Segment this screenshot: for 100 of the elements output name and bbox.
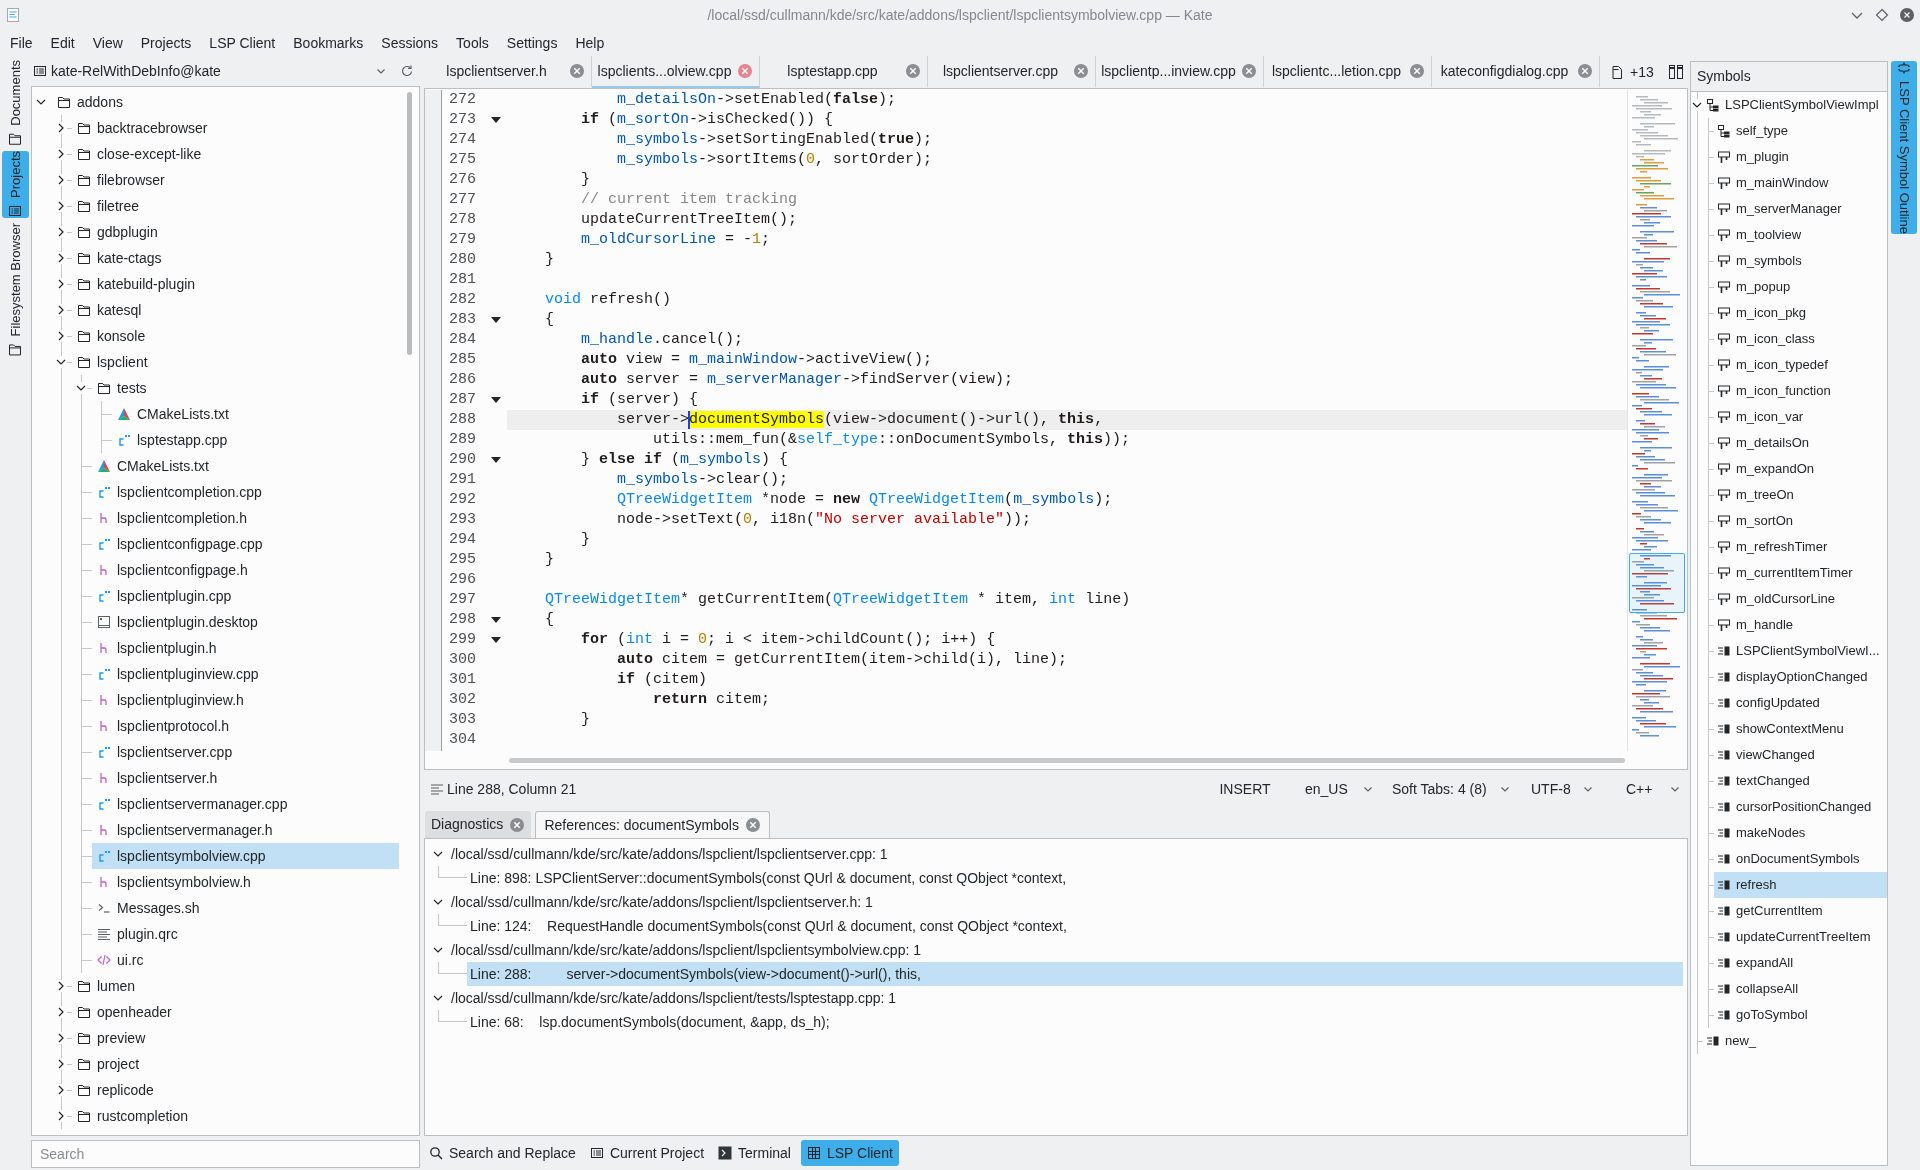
file-tree-item[interactable]: backtracebrowser (72, 115, 399, 141)
dictionary-dropdown[interactable]: en_US (1296, 776, 1378, 802)
file-tree-item[interactable]: CMakeLists.txt (92, 453, 399, 479)
sidebar-tab[interactable]: LSP Client Symbol Outline (1891, 61, 1917, 234)
reference-item[interactable]: Line: 898: LSPClientServer::documentSymbols(const QUrl & document, const QObject *context, (467, 866, 1683, 890)
file-tree-item[interactable]: lspclientconfigpage.cpp (92, 531, 399, 557)
file-tree-item[interactable]: openheader (72, 999, 399, 1025)
file-tree-item[interactable]: lspclientplugin.desktop (92, 609, 399, 635)
file-tree-item[interactable]: lspclientserver.h (92, 765, 399, 791)
file-tree-item[interactable]: lspclient (72, 349, 399, 375)
symbol-item[interactable]: m_treeOn (1714, 482, 1887, 508)
file-tree-item[interactable]: plugin.qrc (92, 921, 399, 947)
symbol-item[interactable]: LSPClientSymbolViewI... (1714, 638, 1887, 664)
scrollbar-thumb[interactable] (407, 92, 412, 355)
reference-item[interactable]: Line: 288: server->documentSymbols(view->document()->url(), this, (467, 962, 1683, 986)
file-tree-item[interactable]: lspclientserver.cpp (92, 739, 399, 765)
symbol-item[interactable]: m_icon_typedef (1714, 352, 1887, 378)
symbol-item[interactable]: m_refreshTimer (1714, 534, 1887, 560)
file-tree-item[interactable]: Messages.sh (92, 895, 399, 921)
symbol-item[interactable]: m_oldCursorLine (1714, 586, 1887, 612)
file-tree-item[interactable]: lspclientcompletion.cpp (92, 479, 399, 505)
menu-item[interactable]: Edit (41, 32, 84, 54)
symbol-item[interactable]: displayOptionChanged (1714, 664, 1887, 690)
symbol-item[interactable]: expandAll (1714, 950, 1887, 976)
file-tree-item[interactable]: lspclientprotocol.h (92, 713, 399, 739)
reload-icon[interactable] (400, 64, 414, 78)
sidebar-tab[interactable]: Projects (1, 150, 29, 218)
symbol-item[interactable]: LSPClientSymbolViewImpl (1703, 92, 1887, 118)
symbol-item[interactable]: makeNodes (1714, 820, 1887, 846)
symbol-item[interactable]: self_type (1714, 118, 1887, 144)
file-tree-item[interactable]: addons (52, 89, 399, 115)
reference-file-item[interactable]: /local/ssd/cullmann/kde/src/kate/addons/lspclient/lspclientsymbolview.cpp: 1 (446, 938, 926, 962)
symbol-item[interactable]: m_handle (1714, 612, 1887, 638)
reference-item[interactable]: Line: 124: RequestHandle documentSymbols(const QUrl & document, const QObject *context, (467, 914, 1683, 938)
symbol-item[interactable]: m_icon_function (1714, 378, 1887, 404)
symbol-item[interactable]: m_icon_pkg (1714, 300, 1887, 326)
file-tree-item[interactable]: lspclientplugin.cpp (92, 583, 399, 609)
symbol-item[interactable]: m_icon_var (1714, 404, 1887, 430)
file-tree-item[interactable]: katebuild-plugin (72, 271, 399, 297)
menu-item[interactable]: Sessions (372, 32, 448, 54)
file-tree-item[interactable]: CMakeLists.txt (112, 401, 399, 427)
file-tree-item[interactable]: close-except-like (72, 141, 399, 167)
file-tree-item[interactable]: project (72, 1051, 399, 1077)
panel-tab[interactable]: Diagnostics (425, 811, 532, 838)
symbol-item[interactable]: textChanged (1714, 768, 1887, 794)
menu-item[interactable]: View (83, 32, 132, 54)
file-tree-item[interactable]: lspclientpluginview.cpp (92, 661, 399, 687)
menu-item[interactable]: Settings (497, 32, 567, 54)
close-icon[interactable] (1409, 63, 1425, 79)
file-tree-item[interactable]: lspclientservermanager.cpp (92, 791, 399, 817)
menu-item[interactable]: Tools (447, 32, 498, 54)
input-mode-button[interactable]: INSERT (1210, 776, 1280, 802)
menu-item[interactable]: Projects (131, 32, 201, 54)
symbol-item[interactable]: m_sortOn (1714, 508, 1887, 534)
file-tree-item[interactable]: ui.rc (92, 947, 399, 973)
maximize-icon[interactable] (1874, 7, 1890, 23)
tool-view-button[interactable]: LSP Client (800, 1140, 899, 1166)
more-tabs-button[interactable]: +13 (1608, 59, 1656, 85)
symbol-item[interactable]: onDocumentSymbols (1714, 846, 1887, 872)
file-tree-item[interactable]: lspclientpluginview.h (92, 687, 399, 713)
close-icon[interactable] (744, 817, 761, 833)
symbol-item[interactable]: cursorPositionChanged (1714, 794, 1887, 820)
sidebar-tab[interactable]: Filesystem Browser (1, 222, 29, 357)
symbol-item[interactable]: m_toolview (1714, 222, 1887, 248)
file-tree-item[interactable]: preview (72, 1025, 399, 1051)
symbol-item[interactable]: m_serverManager (1714, 196, 1887, 222)
close-icon[interactable] (509, 816, 526, 833)
symbol-item[interactable]: getCurrentItem (1714, 898, 1887, 924)
menu-item[interactable]: File (1, 32, 42, 54)
menu-item[interactable]: Help (566, 32, 614, 54)
file-tree-item[interactable]: replicode (72, 1077, 399, 1103)
file-tree-item[interactable]: lumen (72, 973, 399, 999)
close-icon[interactable] (1241, 63, 1257, 79)
file-tree-item[interactable]: tests (92, 375, 399, 401)
file-tree-item[interactable]: gdbplugin (72, 219, 399, 245)
symbol-item[interactable]: showContextMenu (1714, 716, 1887, 742)
file-tree-item[interactable]: konsole (72, 323, 399, 349)
menu-item[interactable]: LSP Client (200, 32, 285, 54)
scrollbar-thumb[interactable] (509, 757, 1625, 763)
file-tree-item[interactable]: lspclientplugin.h (92, 635, 399, 661)
tool-view-button[interactable]: Search and Replace (425, 1140, 580, 1166)
sidebar-tab[interactable]: Documents (1, 60, 29, 146)
file-tree-item[interactable]: lsptestapp.cpp (112, 427, 399, 453)
file-tree-item[interactable]: katesql (72, 297, 399, 323)
file-tree-item[interactable]: lspclientsymbolview.cpp (92, 843, 399, 869)
symbol-item[interactable]: m_detailsOn (1714, 430, 1887, 456)
encoding-dropdown[interactable]: UTF-8 (1522, 776, 1598, 802)
project-selector[interactable]: kate-RelWithDebInfo@kate (31, 58, 394, 84)
file-tree-item[interactable]: filebrowser (72, 167, 399, 193)
reference-file-item[interactable]: /local/ssd/cullmann/kde/src/kate/addons/lspclient/lspclientserver.h: 1 (446, 890, 878, 914)
close-icon[interactable] (905, 63, 921, 79)
tool-view-button[interactable]: Current Project (585, 1140, 709, 1166)
symbol-item[interactable]: m_mainWindow (1714, 170, 1887, 196)
file-tree-item[interactable]: lspclientcompletion.h (92, 505, 399, 531)
symbol-item[interactable]: updateCurrentTreeItem (1714, 924, 1887, 950)
minimap-viewport[interactable] (1629, 553, 1685, 613)
panel-tab[interactable]: References: documentSymbols (535, 811, 770, 838)
symbol-item[interactable]: m_popup (1714, 274, 1887, 300)
close-icon[interactable] (1577, 63, 1593, 79)
symbol-item[interactable]: m_currentItemTimer (1714, 560, 1887, 586)
